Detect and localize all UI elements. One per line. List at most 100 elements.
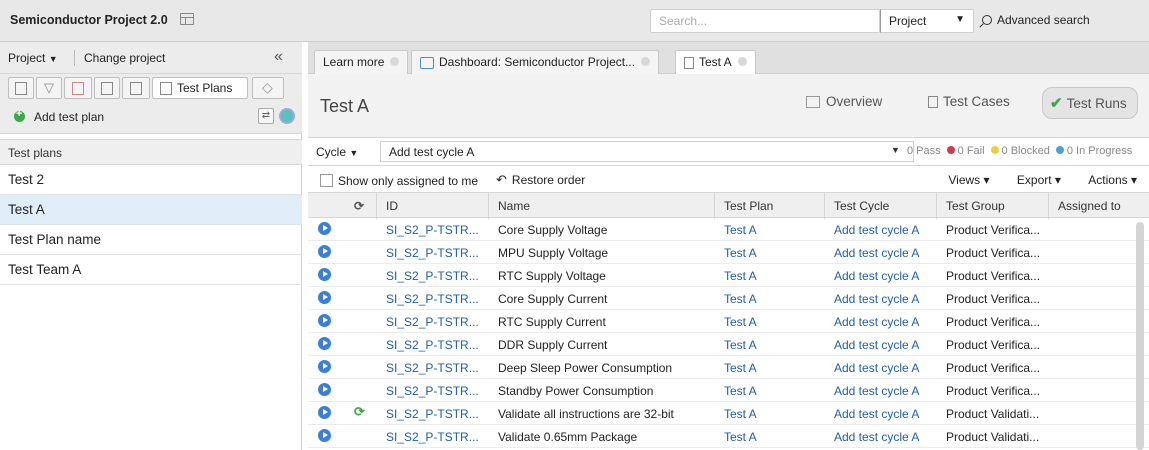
vertical-scrollbar[interactable] <box>1136 222 1144 450</box>
tab-filter[interactable]: ▽ <box>36 77 62 99</box>
cell-id[interactable]: SI_S2_P-TSTR... <box>386 361 479 375</box>
run-icon[interactable] <box>318 337 331 350</box>
cell-id[interactable]: SI_S2_P-TSTR... <box>386 407 479 421</box>
cell-id[interactable]: SI_S2_P-TSTR... <box>386 269 479 283</box>
cell-id[interactable]: SI_S2_P-TSTR... <box>386 246 479 260</box>
cell-test-plan[interactable]: Test A <box>724 384 757 398</box>
cell-test-cycle[interactable]: Add test cycle A <box>834 407 919 421</box>
cell-test-cycle[interactable]: Add test cycle A <box>834 246 919 260</box>
cell-test-cycle[interactable]: Add test cycle A <box>834 269 919 283</box>
column-assigned-to[interactable]: Assigned to <box>1058 199 1121 213</box>
cell-id[interactable]: SI_S2_P-TSTR... <box>386 223 479 237</box>
sync-icon[interactable] <box>279 108 295 124</box>
run-icon[interactable] <box>318 222 331 235</box>
column-test-cycle[interactable]: Test Cycle <box>834 199 889 213</box>
left-panel-header: Project ▼ Change project « <box>0 42 302 74</box>
cell-test-plan[interactable]: Test A <box>724 338 757 352</box>
add-test-plan-button[interactable]: Add test plan <box>34 110 104 124</box>
cell-test-cycle[interactable]: Add test cycle A <box>834 223 919 237</box>
cell-id[interactable]: SI_S2_P-TSTR... <box>386 292 479 306</box>
run-icon[interactable] <box>318 406 331 419</box>
cell-test-plan[interactable]: Test A <box>724 407 757 421</box>
tab-test-a[interactable]: Test A <box>675 50 756 74</box>
tab-folder[interactable] <box>94 77 120 99</box>
column-id[interactable]: ID <box>386 199 398 213</box>
cycle-select[interactable]: Add test cycle A <box>380 141 914 162</box>
search-input[interactable]: Search... <box>650 9 880 33</box>
add-icon[interactable] <box>14 108 25 122</box>
close-icon[interactable] <box>641 57 651 67</box>
cell-test-cycle[interactable]: Add test cycle A <box>834 338 919 352</box>
search-scope-select[interactable]: Project ▼ <box>880 9 974 33</box>
test-plan-item[interactable]: Test Team A <box>0 255 302 285</box>
cell-test-plan[interactable]: Test A <box>724 430 757 444</box>
divider <box>824 193 825 219</box>
table-row[interactable]: SI_S2_P-TSTR... RTC Supply Voltage Test A A… <box>308 264 1149 287</box>
run-icon[interactable] <box>318 314 331 327</box>
tab-grid[interactable] <box>122 77 150 99</box>
cell-test-cycle[interactable]: Add test cycle A <box>834 315 919 329</box>
cell-test-cycle[interactable]: Add test cycle A <box>834 430 919 444</box>
tab-dashboard[interactable]: Dashboard: Semiconductor Project... <box>411 50 660 74</box>
layout-icon[interactable] <box>180 13 194 25</box>
test-plan-item[interactable]: Test 2 <box>0 165 302 195</box>
run-icon[interactable] <box>318 291 331 304</box>
column-test-plan[interactable]: Test Plan <box>724 199 773 213</box>
column-name[interactable]: Name <box>498 199 530 213</box>
export-menu[interactable]: Export ▾ <box>1005 173 1061 187</box>
tab-tags[interactable]: ◇ <box>252 77 284 99</box>
cell-test-plan[interactable]: Test A <box>724 361 757 375</box>
cell-id[interactable]: SI_S2_P-TSTR... <box>386 338 479 352</box>
run-icon[interactable] <box>318 360 331 373</box>
show-assigned-checkbox[interactable] <box>320 174 333 187</box>
change-project-link[interactable]: Change project <box>84 51 165 65</box>
close-icon[interactable] <box>737 57 747 67</box>
chevron-down-icon[interactable]: ▼ <box>891 145 900 155</box>
cell-test-plan[interactable]: Test A <box>724 223 757 237</box>
views-menu[interactable]: Views ▾ <box>936 173 989 187</box>
cell-test-cycle[interactable]: Add test cycle A <box>834 292 919 306</box>
cycle-menu[interactable]: Cycle ▼ <box>316 145 358 159</box>
restore-order-button[interactable]: ↶ Restore order <box>496 172 585 188</box>
nav-test-cases[interactable]: Test Cases <box>928 94 1010 109</box>
close-icon[interactable] <box>390 57 400 67</box>
actions-menu[interactable]: Actions ▾ <box>1076 173 1137 187</box>
cell-id[interactable]: SI_S2_P-TSTR... <box>386 384 479 398</box>
table-row[interactable]: ⟳ SI_S2_P-TSTR... Validate all instruction… <box>308 402 1149 425</box>
table-row[interactable]: SI_S2_P-TSTR... Validate 0.65mm Package Te… <box>308 425 1149 448</box>
tab-learn-more[interactable]: Learn more <box>314 50 409 74</box>
test-plan-item[interactable]: Test A <box>0 195 302 225</box>
table-row[interactable]: SI_S2_P-TSTR... Standby Power Consumption… <box>308 379 1149 402</box>
run-icon[interactable] <box>318 245 331 258</box>
collapse-panel-icon[interactable]: « <box>274 48 283 66</box>
test-plans-list: Test 2 Test A Test Plan name Test Team A <box>0 165 302 285</box>
cell-test-plan[interactable]: Test A <box>724 246 757 260</box>
cell-test-cycle[interactable]: Add test cycle A <box>834 361 919 375</box>
tab-calendar[interactable] <box>64 77 92 99</box>
table-row[interactable]: SI_S2_P-TSTR... MPU Supply Voltage Test A A… <box>308 241 1149 264</box>
run-icon[interactable] <box>318 268 331 281</box>
table-row[interactable]: SI_S2_P-TSTR... Deep Sleep Power Consumpt… <box>308 356 1149 379</box>
refresh-icon[interactable]: ⇄ <box>258 108 274 124</box>
nav-overview[interactable]: Overview <box>806 94 882 109</box>
test-plan-item[interactable]: Test Plan name <box>0 225 302 255</box>
tab-tree[interactable] <box>8 77 34 99</box>
table-row[interactable]: SI_S2_P-TSTR... Core Supply Current Test A… <box>308 287 1149 310</box>
run-icon[interactable] <box>318 383 331 396</box>
sync-column-icon[interactable]: ⟳ <box>354 199 364 213</box>
cell-id[interactable]: SI_S2_P-TSTR... <box>386 315 479 329</box>
cell-test-plan[interactable]: Test A <box>724 315 757 329</box>
cell-id[interactable]: SI_S2_P-TSTR... <box>386 430 479 444</box>
column-test-group[interactable]: Test Group <box>946 199 1005 213</box>
table-row[interactable]: SI_S2_P-TSTR... DDR Supply Current Test A A… <box>308 333 1149 356</box>
run-icon[interactable] <box>318 429 331 442</box>
project-menu[interactable]: Project ▼ <box>8 51 58 65</box>
advanced-search-link[interactable]: Advanced search <box>982 13 1090 27</box>
cell-test-plan[interactable]: Test A <box>724 292 757 306</box>
table-row[interactable]: SI_S2_P-TSTR... RTC Supply Current Test A A… <box>308 310 1149 333</box>
cell-test-plan[interactable]: Test A <box>724 269 757 283</box>
cell-test-cycle[interactable]: Add test cycle A <box>834 384 919 398</box>
tab-test-plans[interactable]: Test Plans <box>152 77 248 99</box>
nav-test-runs[interactable]: ✔ Test Runs <box>1050 94 1127 112</box>
table-row[interactable]: SI_S2_P-TSTR... Core Supply Voltage Test A… <box>308 218 1149 241</box>
